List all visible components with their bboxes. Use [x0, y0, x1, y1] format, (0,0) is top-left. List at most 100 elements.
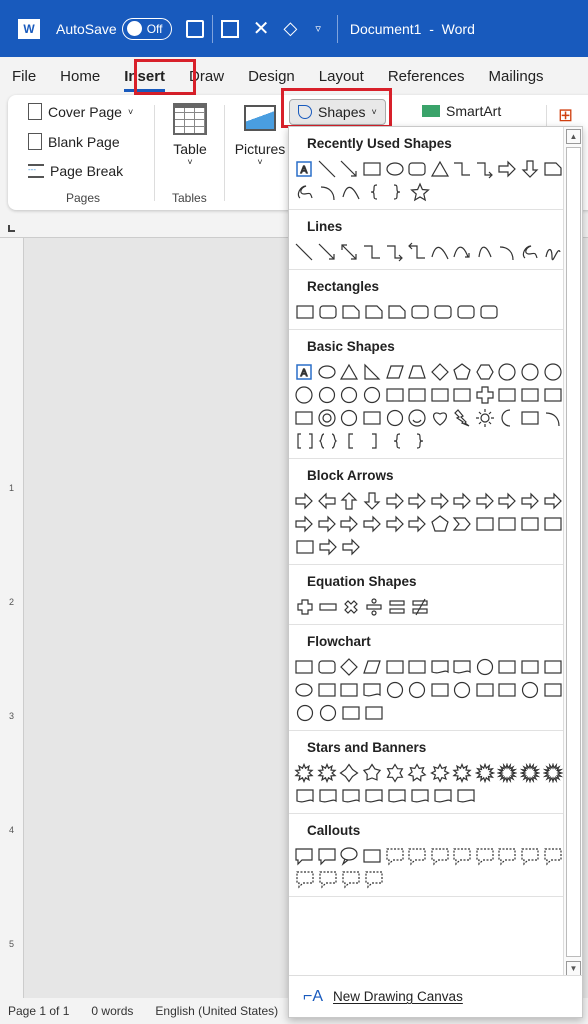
card-shape-icon[interactable] [338, 678, 361, 701]
bent-shape-icon[interactable] [474, 489, 497, 512]
rect-shape-icon[interactable] [293, 655, 316, 678]
scroll-shape-icon[interactable] [385, 784, 408, 807]
rbracket-shape-icon[interactable] [362, 429, 385, 452]
linecallout-shape-icon[interactable] [519, 844, 542, 867]
elbow-shape-icon[interactable] [451, 157, 474, 180]
star8-shape-icon[interactable] [428, 761, 451, 784]
cube-shape-icon[interactable] [541, 383, 564, 406]
scroll-shape-icon[interactable] [408, 784, 431, 807]
hexagon-shape-icon[interactable] [474, 360, 497, 383]
merge-shape-icon[interactable] [496, 678, 519, 701]
foldedcorner-shape-icon[interactable] [383, 406, 406, 429]
explosion1-shape-icon[interactable] [293, 761, 316, 784]
downarrow-shape-icon[interactable] [361, 489, 384, 512]
ribbon-shape-icon[interactable] [362, 784, 385, 807]
oval-shape-icon[interactable] [383, 157, 406, 180]
roundrect-shape-icon[interactable] [406, 157, 429, 180]
star16-shape-icon[interactable] [496, 761, 519, 784]
lrup-shape-icon[interactable] [451, 489, 474, 512]
directaccess-shape-icon[interactable] [339, 701, 362, 724]
linecallout-shape-icon[interactable] [428, 844, 451, 867]
curve-shape-icon[interactable] [339, 180, 362, 203]
snip-shape-icon[interactable] [362, 300, 385, 323]
heptagon-shape-icon[interactable] [496, 360, 519, 383]
diamond-shape-icon[interactable] [428, 360, 451, 383]
tab-references[interactable]: References [376, 68, 477, 85]
close-icon[interactable]: ✕ [253, 16, 270, 41]
wave-shape-icon[interactable] [431, 784, 454, 807]
circulararrow-shape-icon[interactable] [339, 535, 362, 558]
tab-mailings[interactable]: Mailings [477, 68, 556, 85]
star10-shape-icon[interactable] [451, 761, 474, 784]
quadarrow-shape-icon[interactable] [428, 489, 451, 512]
terminator-shape-icon[interactable] [474, 655, 497, 678]
plus-shape-icon[interactable] [293, 595, 316, 618]
linecallout-shape-icon[interactable] [406, 844, 429, 867]
manualinput-shape-icon[interactable] [519, 655, 542, 678]
offpage-shape-icon[interactable] [316, 678, 339, 701]
rtriangle-shape-icon[interactable] [361, 360, 384, 383]
linecallout-shape-icon[interactable] [293, 867, 316, 890]
rbrace-shape-icon[interactable] [385, 180, 408, 203]
save-icon[interactable] [185, 19, 204, 38]
preparation-shape-icon[interactable] [496, 655, 519, 678]
arc-shape-icon[interactable] [541, 406, 564, 429]
star12-shape-icon[interactable] [474, 761, 497, 784]
plaque-shape-icon[interactable] [496, 383, 519, 406]
tab-layout[interactable]: Layout [307, 68, 376, 85]
sun-shape-icon[interactable] [474, 406, 497, 429]
ribbon-shape-icon[interactable] [339, 784, 362, 807]
delay-shape-icon[interactable] [541, 678, 564, 701]
smartart-button[interactable]: SmartArt [422, 103, 501, 119]
downarrow-shape-icon[interactable] [519, 157, 542, 180]
star32-shape-icon[interactable] [541, 761, 564, 784]
new-drawing-canvas-button[interactable]: ⌐A New Drawing Canvas [289, 975, 582, 1017]
document-shape-icon[interactable] [428, 655, 451, 678]
parallelogram-shape-icon[interactable] [383, 360, 406, 383]
teardrop-shape-icon[interactable] [361, 383, 384, 406]
star6-shape-icon[interactable] [383, 761, 406, 784]
punchedtape-shape-icon[interactable] [361, 678, 384, 701]
dodecagon-shape-icon[interactable] [293, 383, 316, 406]
heart-shape-icon[interactable] [428, 406, 451, 429]
curvedbl-shape-icon[interactable] [474, 240, 497, 263]
quadarrow-shape-icon[interactable] [316, 535, 339, 558]
page-break-button[interactable]: --- Page Break [28, 163, 123, 179]
multidoc-shape-icon[interactable] [451, 655, 474, 678]
striped-shape-icon[interactable] [383, 512, 406, 535]
star4-shape-icon[interactable] [338, 761, 361, 784]
oval-shape-icon[interactable] [293, 678, 316, 701]
magdisk-shape-icon[interactable] [316, 701, 339, 724]
diagstripe-shape-icon[interactable] [451, 383, 474, 406]
customize-toolbar-icon[interactable]: ▿ [315, 22, 321, 35]
rectcallout-shape-icon[interactable] [293, 844, 316, 867]
internal-shape-icon[interactable] [406, 655, 429, 678]
tab-file[interactable]: File [0, 68, 48, 85]
ovalcallout-shape-icon[interactable] [338, 844, 361, 867]
lbrace-shape-icon[interactable] [362, 180, 385, 203]
roundrect-shape-icon[interactable] [477, 300, 500, 323]
linecallout-shape-icon[interactable] [451, 844, 474, 867]
table-button[interactable]: Table ˅ [168, 103, 212, 167]
notequal-shape-icon[interactable] [408, 595, 431, 618]
roundrect-shape-icon[interactable] [316, 655, 339, 678]
freeform-shape-icon[interactable] [293, 180, 316, 203]
eraser-icon[interactable]: ◇ [283, 18, 297, 39]
linecallout-shape-icon[interactable] [362, 867, 385, 890]
star-shape-icon[interactable] [408, 180, 431, 203]
decagon-shape-icon[interactable] [541, 360, 564, 383]
quadcallout-shape-icon[interactable] [293, 535, 316, 558]
seqaccess-shape-icon[interactable] [293, 701, 316, 724]
curve-shape-icon[interactable] [428, 240, 451, 263]
dblarrow-shape-icon[interactable] [338, 240, 361, 263]
multiply-shape-icon[interactable] [339, 595, 362, 618]
rect-shape-icon[interactable] [361, 157, 384, 180]
manualop-shape-icon[interactable] [541, 655, 564, 678]
line-shape-icon[interactable] [316, 157, 339, 180]
halfframe-shape-icon[interactable] [406, 383, 429, 406]
leftup-shape-icon[interactable] [519, 489, 542, 512]
curveddown-shape-icon[interactable] [361, 512, 384, 535]
pentagon-shape-icon[interactable] [428, 512, 451, 535]
frame-shape-icon[interactable] [383, 383, 406, 406]
add-chart-icon[interactable]: ⊞ [558, 105, 573, 126]
